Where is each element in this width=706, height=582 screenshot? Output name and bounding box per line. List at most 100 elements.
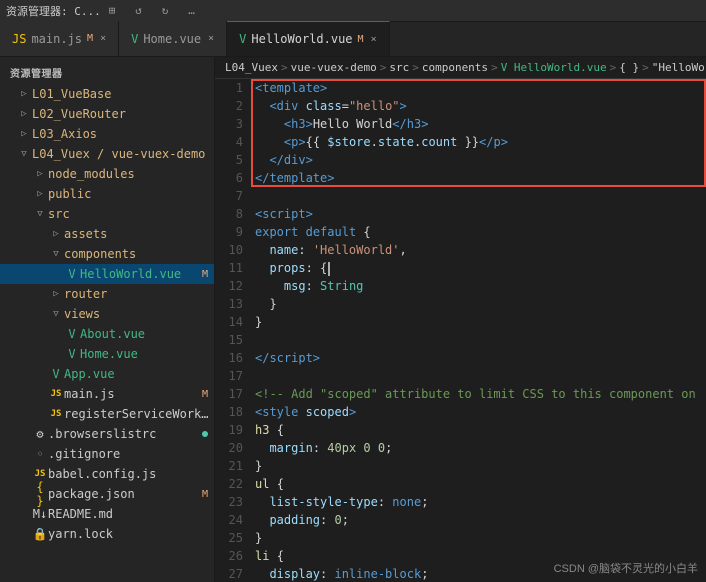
vue-icon: V <box>131 32 138 46</box>
code-line-19: 19 h3 { <box>215 421 706 439</box>
watermark: CSDN @脑袋不灵光的小白羊 <box>554 560 698 576</box>
js-icon: JS <box>12 32 26 46</box>
breadcrumb-src: src <box>389 61 409 74</box>
tree-item-assets[interactable]: ▷ assets <box>0 224 214 244</box>
code-content: 1 <template> 2 <div class="hello"> 3 <h3… <box>215 79 706 582</box>
tree-item-about[interactable]: V About.vue <box>0 324 214 344</box>
line-content: list-style-type: none; <box>251 493 706 511</box>
tab-label: HelloWorld.vue <box>251 32 352 46</box>
tree-label: .browserslistrc <box>48 427 202 441</box>
tree-item-l02[interactable]: ▷ L02_VueRouter <box>0 104 214 124</box>
tab-close-icon[interactable]: × <box>208 33 214 44</box>
vue-icon: V <box>239 32 246 46</box>
tree-label: registerServiceWorker.js <box>64 407 214 421</box>
line-number: 16 <box>215 349 251 367</box>
tree-item-gitignore[interactable]: ◦ .gitignore <box>0 444 214 464</box>
config-icon: ⚙ <box>32 427 48 441</box>
tree-label: HelloWorld.vue <box>80 267 202 281</box>
tree-item-register[interactable]: JS registerServiceWorker.js <box>0 404 214 424</box>
modified-badge: M <box>202 269 208 280</box>
tree-label: L02_VueRouter <box>32 107 214 121</box>
code-line-20: 20 margin: 40px 0 0; <box>215 439 706 457</box>
line-number: 24 <box>215 511 251 529</box>
code-area[interactable]: 1 <template> 2 <div class="hello"> 3 <h3… <box>215 79 706 582</box>
tree-item-l01[interactable]: ▷ L01_VueBase <box>0 84 214 104</box>
code-line-16: 16 </script> <box>215 349 706 367</box>
line-number: 26 <box>215 547 251 565</box>
line-number: 15 <box>215 331 251 349</box>
tree-item-components[interactable]: ▽ components <box>0 244 214 264</box>
line-number: 23 <box>215 493 251 511</box>
line-number: 27 <box>215 565 251 582</box>
top-bar: 资源管理器: C... ⊞ ↺ ↻ … <box>0 0 706 22</box>
line-content: <template> <box>251 79 706 97</box>
tree-label: node_modules <box>48 167 214 181</box>
js-file-icon: JS <box>48 409 64 419</box>
tab-home-vue[interactable]: V Home.vue × <box>119 21 227 56</box>
tree-label: L04_Vuex / vue-vuex-demo <box>32 147 214 161</box>
tree-item-src[interactable]: ▽ src <box>0 204 214 224</box>
tab-close-icon[interactable]: × <box>100 33 106 44</box>
tree-item-main-js[interactable]: JS main.js M <box>0 384 214 404</box>
line-content: } <box>251 529 706 547</box>
line-content: } <box>251 295 706 313</box>
tree-item-browserslistrc[interactable]: ⚙ .browserslistrc <box>0 424 214 444</box>
top-bar-icons: ⊞ ↺ ↻ … <box>109 4 195 17</box>
code-line-1: 1 <template> <box>215 79 706 97</box>
tree-item-readme[interactable]: M↓ README.md <box>0 504 214 524</box>
code-line-3: 3 <h3>Hello World</h3> <box>215 115 706 133</box>
code-line-10: 10 name: 'HelloWorld', <box>215 241 706 259</box>
breadcrumb-sep: > <box>642 61 649 74</box>
line-number: 11 <box>215 259 251 277</box>
code-line-24: 24 padding: 0; <box>215 511 706 529</box>
tabs-bar: JS main.js M × V Home.vue × V HelloWorld… <box>0 22 706 57</box>
line-number: 6 <box>215 169 251 187</box>
sidebar-title: 资源管理器 <box>0 57 214 84</box>
breadcrumb-sep: > <box>380 61 387 74</box>
tree-item-helloworld[interactable]: V HelloWorld.vue M <box>0 264 214 284</box>
tree-label: main.js <box>64 387 202 401</box>
breadcrumb-l04: L04_Vuex <box>225 61 278 74</box>
line-number: 9 <box>215 223 251 241</box>
line-content: ul { <box>251 475 706 493</box>
tree-item-yarn-lock[interactable]: 🔒 yarn.lock <box>0 524 214 544</box>
code-line-15: 15 <box>215 331 706 349</box>
tree-item-router[interactable]: ▷ router <box>0 284 214 304</box>
chevron-down-icon: ▽ <box>32 209 48 219</box>
tree-item-views[interactable]: ▽ views <box>0 304 214 324</box>
tab-helloworld-vue[interactable]: V HelloWorld.vue M × <box>227 21 389 56</box>
tab-main-js[interactable]: JS main.js M × <box>0 21 119 56</box>
tree-item-node-modules[interactable]: ▷ node_modules <box>0 164 214 184</box>
line-content: </div> <box>251 151 706 169</box>
code-line-25: 25 } <box>215 529 706 547</box>
line-content: props: { <box>251 259 706 277</box>
line-number: 22 <box>215 475 251 493</box>
code-line-17a: 17 <box>215 367 706 385</box>
code-line-18: 18 <style scoped> <box>215 403 706 421</box>
tab-close-icon[interactable]: × <box>371 34 377 45</box>
tree-label: package.json <box>48 487 202 501</box>
modified-badge: M <box>202 389 208 400</box>
tree-item-app-vue[interactable]: V App.vue <box>0 364 214 384</box>
tab-modified-badge: M <box>87 33 93 44</box>
tree-item-l04[interactable]: ▽ L04_Vuex / vue-vuex-demo <box>0 144 214 164</box>
breadcrumb-sep: > <box>281 61 288 74</box>
code-line-14: 14 } <box>215 313 706 331</box>
tree-item-home-vue[interactable]: V Home.vue <box>0 344 214 364</box>
line-number: 4 <box>215 133 251 151</box>
tree-label: assets <box>64 227 214 241</box>
line-content: <div class="hello"> <box>251 97 706 115</box>
chevron-right-icon: ▷ <box>32 169 48 179</box>
line-content: <!-- Add "scoped" attribute to limit CSS… <box>251 385 706 403</box>
line-content: export default { <box>251 223 706 241</box>
line-number: 10 <box>215 241 251 259</box>
tree-item-public[interactable]: ▷ public <box>0 184 214 204</box>
tree-item-package-json[interactable]: { } package.json M <box>0 484 214 504</box>
js-file-icon: JS <box>32 469 48 479</box>
git-icon: ◦ <box>32 447 48 461</box>
lock-icon: 🔒 <box>32 527 48 541</box>
line-number: 8 <box>215 205 251 223</box>
tree-item-l03[interactable]: ▷ L03_Axios <box>0 124 214 144</box>
line-content: h3 { <box>251 421 706 439</box>
breadcrumb-scope: { } <box>619 61 639 74</box>
